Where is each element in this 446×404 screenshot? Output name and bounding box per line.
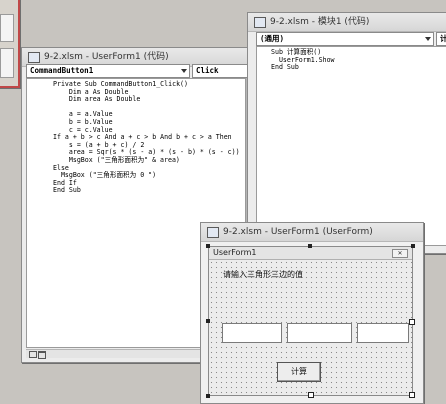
designer-title: 9-2.xlsm - UserForm1 (UserForm) (223, 227, 373, 237)
procedure-view-icon[interactable] (29, 351, 37, 358)
code-line[interactable]: End Sub (53, 187, 245, 195)
top-left-panel-b (0, 48, 14, 78)
module-code-editor[interactable]: Sub 计算面积() UserForm1.Show End Sub (256, 46, 446, 246)
code-line[interactable]: End Sub (271, 64, 446, 72)
code-window-icon (254, 17, 266, 28)
module-code-window[interactable]: 9-2.xlsm - 模块1 (代码) (通用) 计 Sub 计算面积() Us… (247, 12, 446, 254)
calculate-button[interactable]: 计算 (277, 362, 321, 382)
object-combo[interactable]: CommandButton1 (26, 64, 190, 78)
prompt-label: 请输入三角形三边的值 (223, 270, 303, 279)
chevron-down-icon[interactable] (181, 69, 187, 73)
module-object-combo[interactable]: (通用) (256, 32, 434, 46)
side-c-textbox[interactable] (357, 323, 409, 343)
userform[interactable]: UserForm1 ✕ 请输入三角形三边的值 计算 (206, 244, 415, 398)
code-lines: Sub 计算面积() UserForm1.Show End Sub (271, 48, 446, 72)
calculate-button-label: 计算 (291, 367, 307, 376)
designer-titlebar[interactable]: 9-2.xlsm - UserForm1 (UserForm) (201, 223, 423, 242)
procedure-combo-value: Click (196, 66, 219, 75)
code-lines: Private Sub CommandButton1_Click() Dim a… (53, 80, 245, 195)
resize-handle[interactable] (409, 319, 415, 325)
object-combo-value: CommandButton1 (30, 66, 94, 75)
top-left-window (0, 0, 20, 88)
full-module-view-icon[interactable] (38, 351, 46, 359)
module-code-titlebar[interactable]: 9-2.xlsm - 模块1 (代码) (248, 13, 446, 32)
userform-client-area: 请输入三角形三边的值 计算 (209, 260, 412, 395)
top-left-panel-a (0, 14, 14, 42)
code-line[interactable]: End If (53, 179, 245, 188)
resize-handle[interactable] (411, 244, 415, 248)
chevron-down-icon[interactable] (425, 37, 431, 41)
userform-titlebar[interactable]: UserForm1 ✕ (209, 247, 412, 260)
userform-designer-window[interactable]: 9-2.xlsm - UserForm1 (UserForm) UserForm… (200, 222, 424, 404)
resize-handle[interactable] (206, 394, 210, 398)
userform-caption: UserForm1 (213, 248, 257, 257)
module-object-combo-value: (通用) (260, 34, 285, 43)
side-b-textbox[interactable] (287, 323, 352, 343)
side-a-textbox[interactable] (222, 323, 282, 343)
resize-handle[interactable] (206, 319, 210, 323)
resize-handle[interactable] (206, 244, 210, 248)
module-code-title: 9-2.xlsm - 模块1 (代码) (270, 17, 370, 27)
code-line[interactable]: MsgBox ("三角形面积为 0 ") (53, 172, 245, 180)
code-line[interactable]: MsgBox ("三角形面积为" & area) (53, 156, 245, 165)
module-procedure-combo-value: 计 (440, 34, 446, 43)
close-icon[interactable]: ✕ (392, 249, 408, 258)
code-line[interactable]: Dim area As Double (53, 96, 245, 104)
code-window-icon (28, 52, 40, 63)
resize-handle[interactable] (308, 392, 314, 398)
resize-handle[interactable] (409, 392, 415, 398)
userform-icon (207, 227, 219, 238)
module-procedure-combo[interactable]: 计 (436, 32, 446, 46)
resize-handle[interactable] (308, 244, 312, 248)
